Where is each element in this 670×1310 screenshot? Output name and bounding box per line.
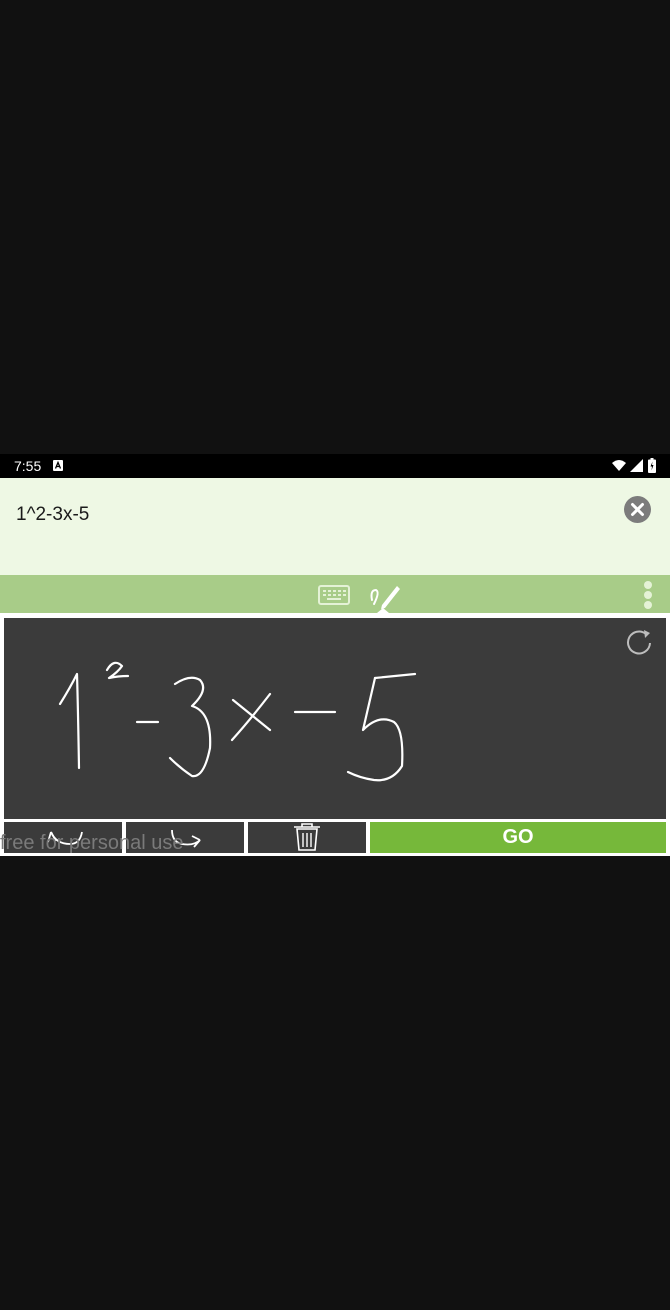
undo-icon	[47, 831, 83, 845]
mode-toolbar	[0, 575, 670, 613]
reload-icon	[627, 630, 651, 655]
reload-button[interactable]	[624, 628, 654, 658]
delete-button[interactable]	[248, 822, 366, 853]
handwriting-canvas[interactable]	[4, 618, 666, 819]
more-vert-icon	[644, 581, 652, 609]
a-icon	[53, 460, 63, 471]
status-time: 7:55	[14, 458, 42, 474]
wifi-icon	[612, 460, 626, 471]
action-bar: GO free for personal use	[0, 822, 670, 856]
expression-input[interactable]	[16, 502, 596, 528]
redo-button[interactable]	[126, 822, 244, 853]
close-circle-icon	[631, 503, 644, 516]
keyboard-mode-button[interactable]	[318, 584, 350, 606]
keyboard-icon	[318, 585, 350, 605]
pen-icon	[370, 586, 400, 609]
signal-icon	[630, 459, 643, 472]
expression-input-area	[0, 478, 670, 575]
undo-button[interactable]	[4, 822, 122, 853]
trash-icon	[294, 823, 320, 851]
clear-input-button[interactable]	[624, 496, 651, 523]
redo-icon	[171, 829, 201, 848]
go-button[interactable]: GO	[370, 822, 666, 853]
app-window: 7:55 1^2-3x-5 GO free for personal use	[0, 454, 670, 856]
handwriting-mode-button[interactable]	[368, 580, 402, 610]
active-mode-indicator	[377, 608, 389, 613]
overflow-menu-button[interactable]	[640, 579, 656, 611]
battery-icon	[648, 458, 656, 473]
handwriting-strokes	[58, 661, 417, 782]
status-bar: 7:55	[0, 454, 670, 478]
